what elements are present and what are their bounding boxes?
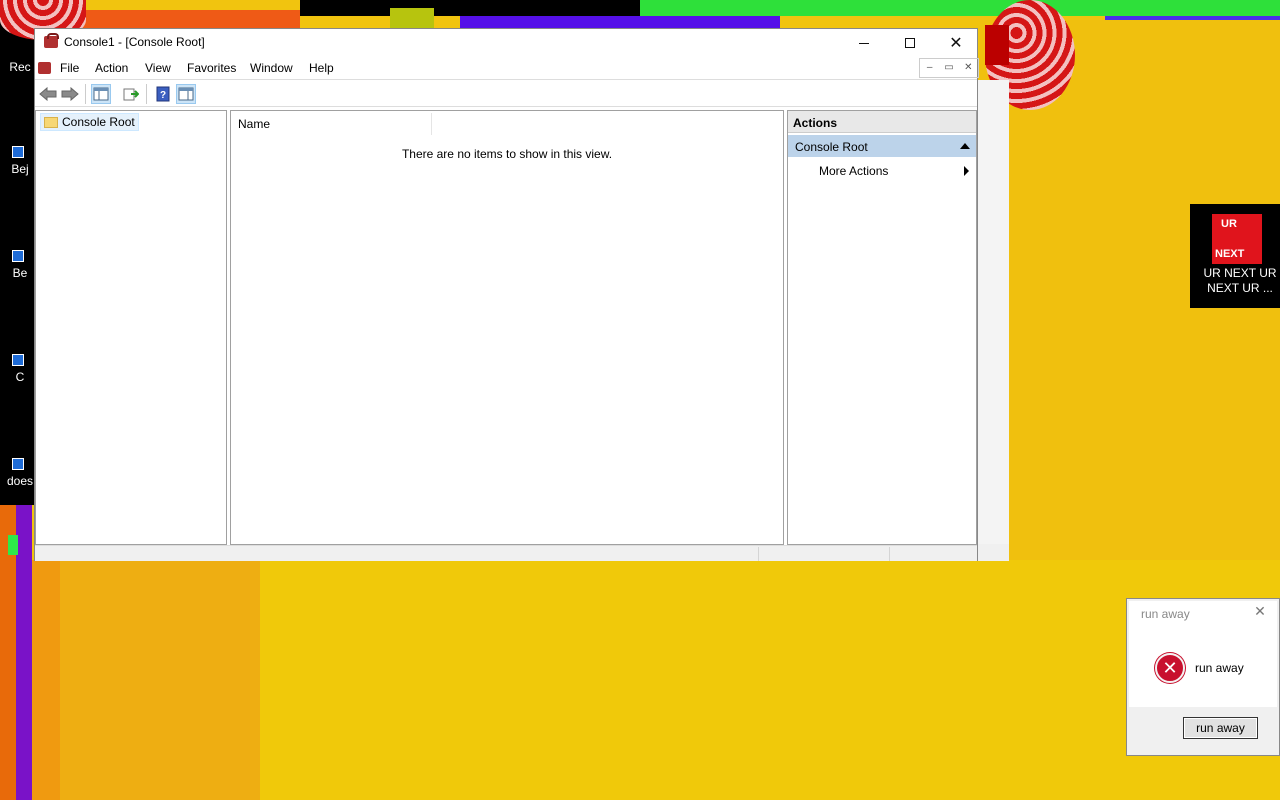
column-divider[interactable] xyxy=(431,113,432,135)
maximize-icon xyxy=(905,38,915,48)
dialog-footer: run away xyxy=(1127,707,1279,755)
ur-next-image: UR NEXT xyxy=(1212,214,1262,264)
wallpaper-glitch xyxy=(60,10,300,28)
actions-section-console-root[interactable]: Console Root xyxy=(788,135,976,157)
result-list-pane: Name There are no items to show in this … xyxy=(230,110,784,545)
back-arrow-icon xyxy=(39,87,57,101)
forward-button[interactable] xyxy=(60,84,80,104)
menu-view[interactable]: View xyxy=(145,61,171,75)
export-list-icon xyxy=(123,88,139,101)
close-icon: ✕ xyxy=(949,35,963,52)
svg-text:?: ? xyxy=(160,90,166,101)
desktop-icon-label: Bej xyxy=(11,162,29,176)
mdi-close-button[interactable]: ✕ xyxy=(959,59,978,77)
desktop-icon[interactable]: C xyxy=(4,354,36,384)
menu-action[interactable]: Action xyxy=(95,61,128,75)
show-hide-action-pane-button[interactable] xyxy=(176,84,196,104)
status-segment xyxy=(889,547,978,561)
wallpaper-glitch xyxy=(8,535,18,555)
help-icon: ? xyxy=(156,86,170,102)
window-ghost xyxy=(978,80,1009,561)
minimize-icon xyxy=(859,42,869,44)
mmc-window: Console1 - [Console Root] ✕ File Action … xyxy=(34,28,979,561)
menu-bar: File Action View Favorites Window Help xyxy=(35,57,977,79)
desktop-icon-label: does xyxy=(6,474,34,488)
wallpaper-glitch xyxy=(460,16,780,28)
wallpaper-glitch xyxy=(30,560,260,800)
export-list-button[interactable] xyxy=(121,84,141,104)
run-away-dialog: run away ✕ ✕ run away run away xyxy=(1126,598,1280,756)
menu-favorites[interactable]: Favorites xyxy=(187,61,236,75)
console-tree-pane: Console Root xyxy=(35,110,227,545)
wallpaper-glitch xyxy=(16,505,32,800)
empty-view-message: There are no items to show in this view. xyxy=(401,147,613,161)
forward-arrow-icon xyxy=(61,87,79,101)
folder-icon xyxy=(44,117,58,128)
run-away-button[interactable]: run away xyxy=(1183,717,1258,739)
ur-red-top-text: UR xyxy=(1221,218,1237,230)
more-actions-item[interactable]: More Actions xyxy=(819,164,975,178)
tree-item-console-root[interactable]: Console Root xyxy=(40,113,139,131)
show-hide-action-pane-icon xyxy=(178,87,194,101)
desktop-icon[interactable]: Rec xyxy=(4,60,36,74)
dialog-message: run away xyxy=(1195,661,1244,675)
wallpaper-glitch xyxy=(300,0,640,16)
ur-next-label: UR NEXT UR NEXT UR ... xyxy=(1203,266,1277,295)
close-button[interactable]: ✕ xyxy=(933,29,979,57)
mdi-minimize-button[interactable]: – xyxy=(920,59,939,77)
mmc-app-icon[interactable] xyxy=(38,62,51,74)
desktop-icon-label: C xyxy=(15,370,25,384)
menu-window[interactable]: Window xyxy=(250,61,293,75)
dialog-title: run away xyxy=(1141,607,1190,621)
actions-section-label: Console Root xyxy=(795,140,868,154)
menu-help[interactable]: Help xyxy=(309,61,334,75)
shortcut-icon xyxy=(12,458,24,470)
toolbar: ? xyxy=(35,79,977,107)
actions-pane: Actions Console Root More Actions xyxy=(787,110,977,545)
desktop-icon-label: Be xyxy=(12,266,28,280)
dialog-close-button[interactable]: ✕ xyxy=(1251,603,1269,621)
status-segment xyxy=(758,547,889,561)
minimize-button[interactable] xyxy=(841,29,887,57)
mdi-controls: – ▭ ✕ xyxy=(919,58,979,78)
mmc-app-icon xyxy=(44,33,59,48)
error-icon: ✕ xyxy=(1155,653,1185,683)
list-header: Name xyxy=(231,111,783,136)
wallpaper-glitch xyxy=(640,0,1280,16)
wallpaper-glitch xyxy=(30,560,60,800)
back-button[interactable] xyxy=(38,84,58,104)
show-hide-tree-icon xyxy=(93,87,109,101)
desktop-icon[interactable]: does xyxy=(4,458,36,488)
collapse-triangle-icon xyxy=(960,143,970,149)
desktop-icon-label: Rec xyxy=(9,60,31,74)
desktop-icon[interactable]: Be xyxy=(4,250,36,280)
shortcut-icon xyxy=(12,146,24,158)
window-title: Console1 - [Console Root] xyxy=(64,35,205,49)
mdi-restore-button[interactable]: ▭ xyxy=(939,59,958,77)
show-hide-tree-button[interactable] xyxy=(91,84,111,104)
maximize-button[interactable] xyxy=(887,29,933,57)
tree-item-label: Console Root xyxy=(62,115,135,129)
title-bar[interactable]: Console1 - [Console Root] ✕ xyxy=(35,29,977,57)
help-button[interactable]: ? xyxy=(153,84,173,104)
toolbar-separator xyxy=(146,84,147,104)
wallpaper-glitch xyxy=(390,8,434,28)
wallpaper-glitch xyxy=(1105,16,1280,20)
more-actions-label: More Actions xyxy=(819,164,889,178)
shortcut-icon xyxy=(12,250,24,262)
column-header-name[interactable]: Name xyxy=(238,117,270,131)
status-bar xyxy=(35,545,977,561)
shortcut-icon xyxy=(12,354,24,366)
submenu-arrow-icon xyxy=(964,166,969,176)
ur-red-bottom-text: NEXT xyxy=(1215,248,1245,260)
menu-file[interactable]: File xyxy=(60,61,79,75)
wallpaper-glitch xyxy=(985,25,1009,65)
ur-next-popup[interactable]: UR NEXT UR NEXT UR NEXT UR ... xyxy=(1190,204,1280,308)
desktop-icon[interactable]: Bej xyxy=(4,146,36,176)
actions-title: Actions xyxy=(788,111,976,133)
toolbar-separator xyxy=(85,84,86,104)
